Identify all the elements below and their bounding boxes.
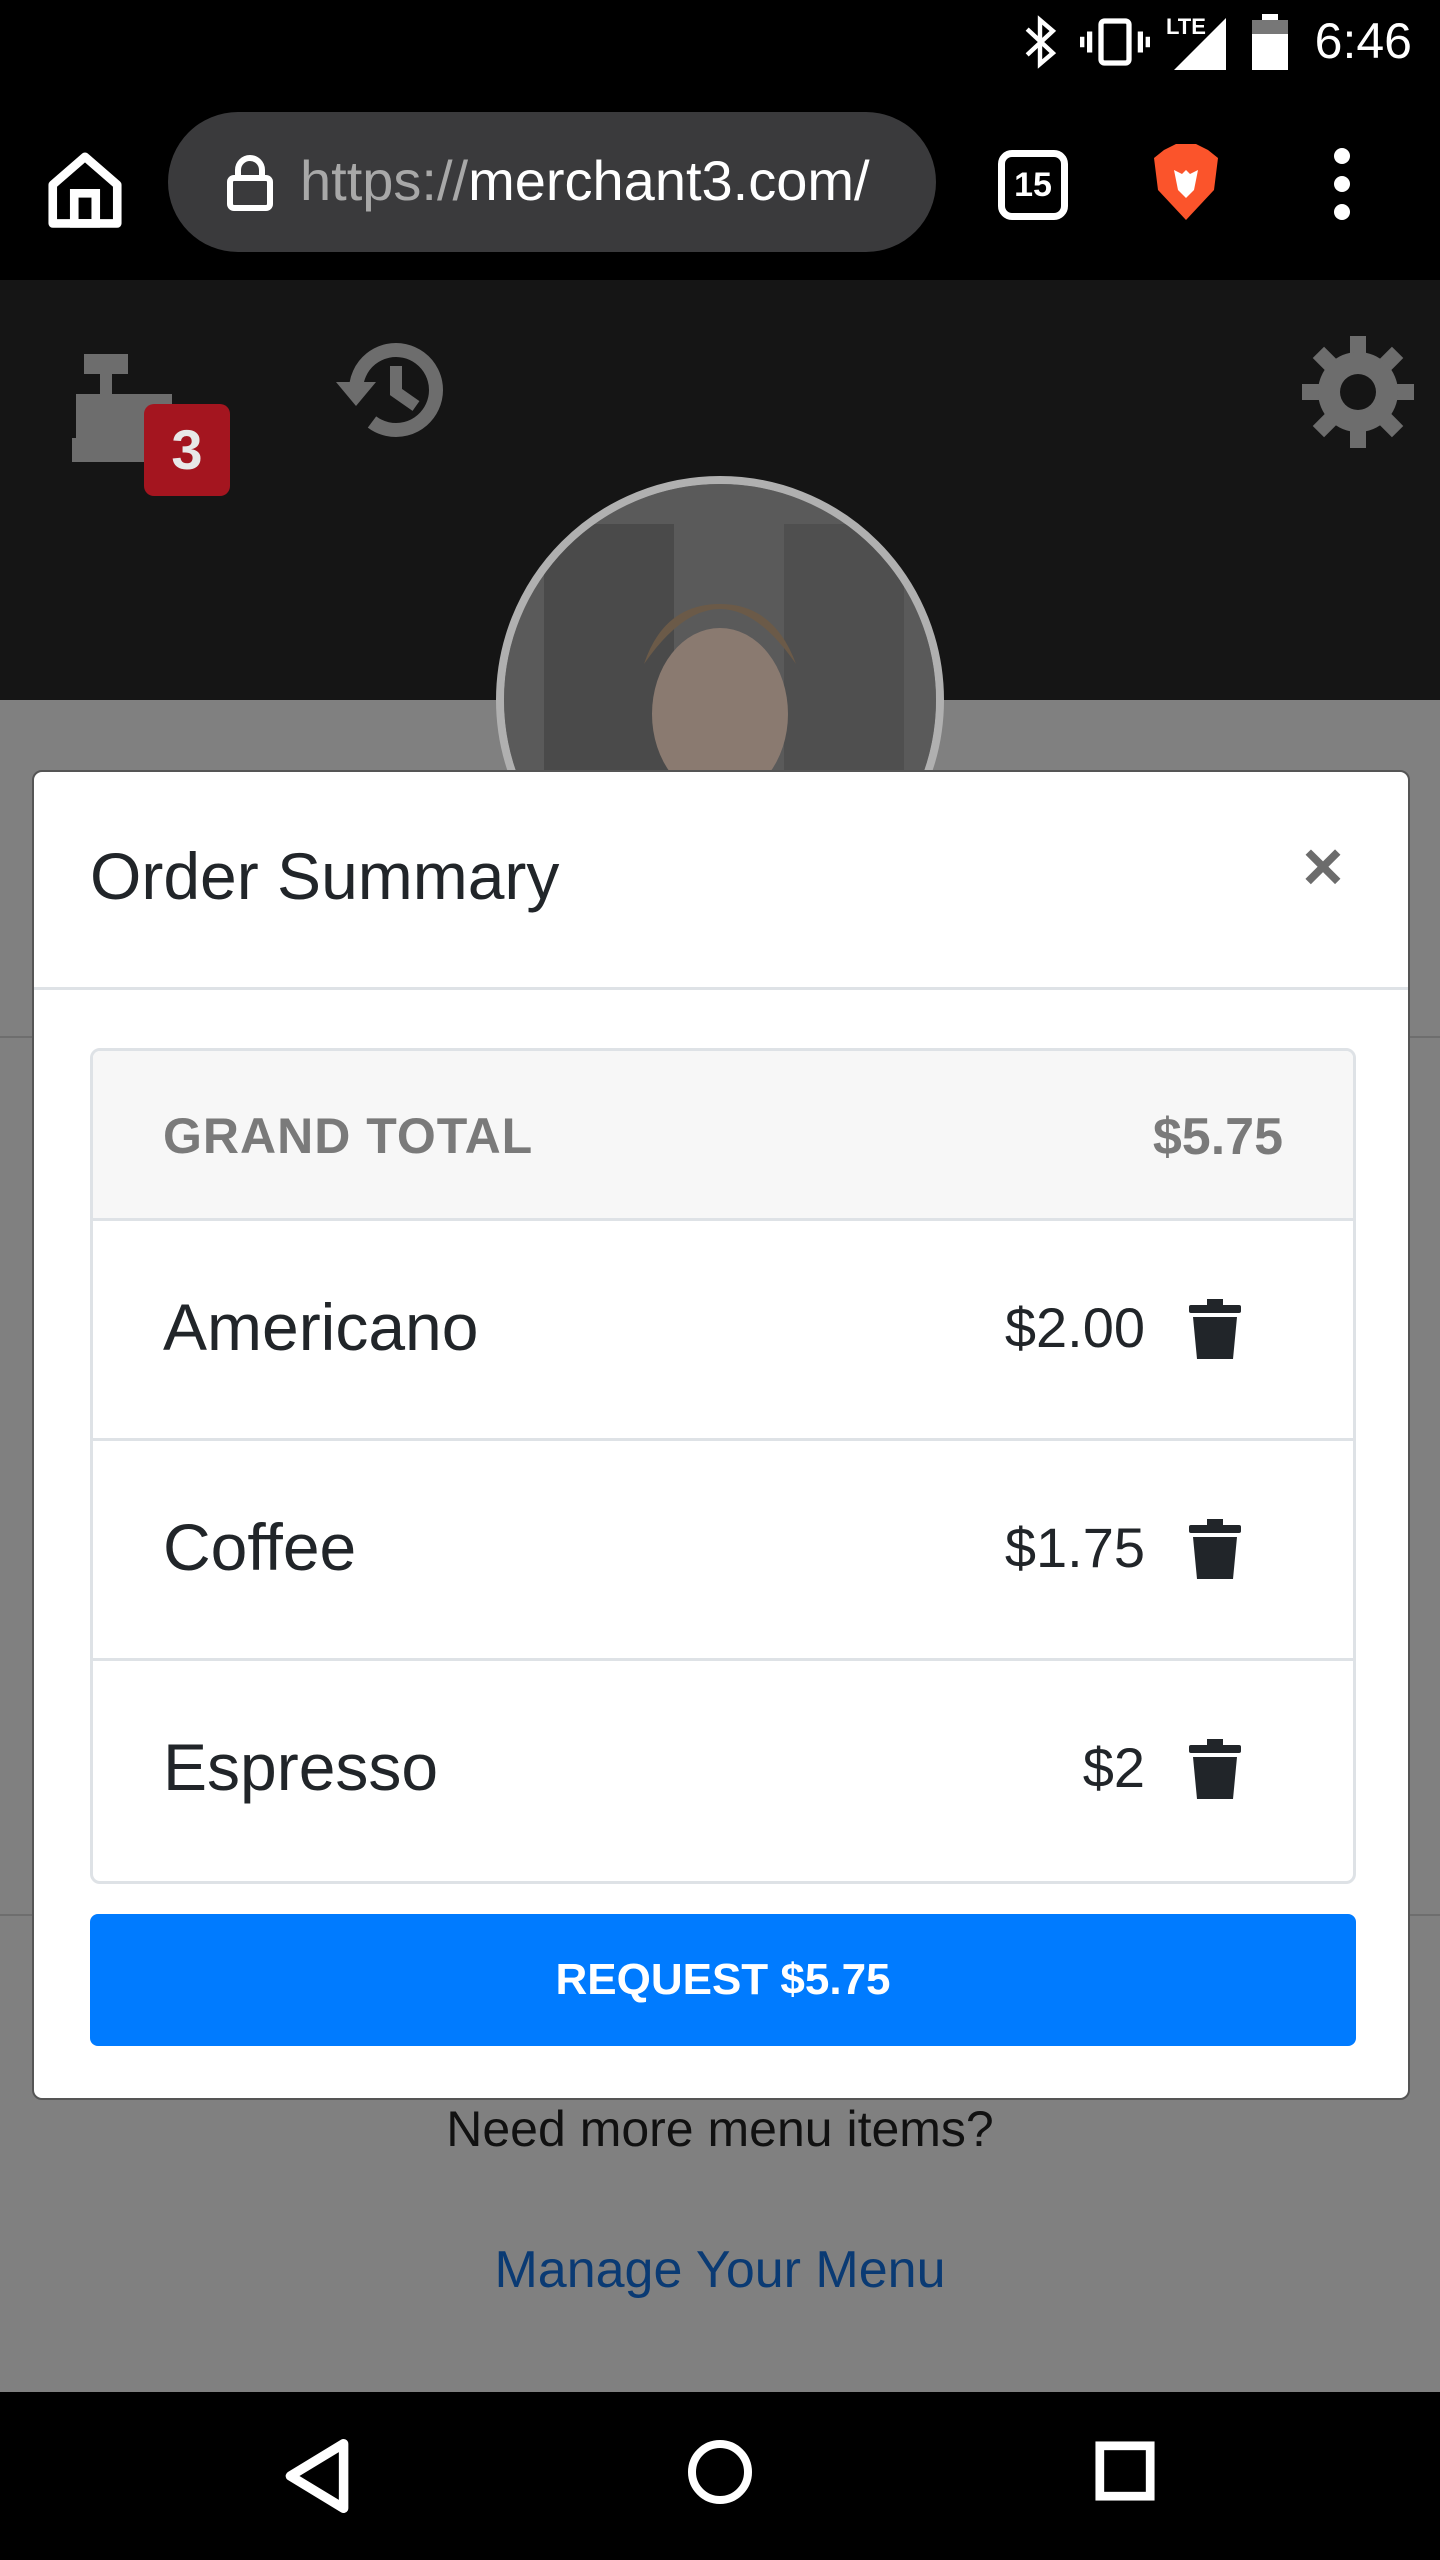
url-scheme: https://: [300, 149, 469, 212]
recent-apps-icon[interactable]: [1094, 2440, 1156, 2502]
home-icon[interactable]: [42, 146, 128, 232]
order-list: GRAND TOTAL $5.75 Americano $2.00 Coffee…: [90, 1048, 1356, 1884]
item-name: Espresso: [163, 1730, 439, 1804]
list-item: Espresso $2: [93, 1661, 1353, 1881]
history-icon[interactable]: [332, 330, 452, 450]
item-price: $2.00: [1004, 1296, 1145, 1359]
lte-signal-icon: [1174, 18, 1226, 70]
modal-header: Order Summary ×: [34, 772, 1408, 990]
grand-total-label: GRAND TOTAL: [163, 1108, 534, 1164]
list-item: Americano $2.00: [93, 1221, 1353, 1441]
url-host: merchant3.com/: [468, 149, 870, 212]
cart-count-badge: 3: [144, 404, 230, 496]
close-button[interactable]: ×: [1288, 831, 1358, 904]
home-circle-icon[interactable]: [686, 2438, 754, 2506]
manage-menu-link[interactable]: Manage Your Menu: [0, 2240, 1440, 2300]
battery-icon: [1252, 14, 1288, 70]
item-name: Coffee: [163, 1510, 357, 1584]
back-icon[interactable]: [282, 2438, 352, 2514]
brave-lion-icon[interactable]: [1152, 142, 1220, 222]
grand-total-value: $5.75: [1152, 1108, 1283, 1166]
item-price: $2: [1082, 1736, 1145, 1799]
need-more-text: Need more menu items?: [446, 2101, 994, 2157]
trash-icon[interactable]: [1189, 1739, 1241, 1799]
browser-toolbar: https://merchant3.com/ 15: [0, 84, 1440, 280]
lock-icon: [227, 155, 273, 211]
request-payment-button[interactable]: REQUEST $5.75: [90, 1914, 1356, 2046]
vibrate-icon: [1080, 18, 1150, 66]
tab-count-button[interactable]: 15: [998, 150, 1068, 220]
item-price: $1.75: [1004, 1516, 1145, 1579]
bluetooth-icon: [1025, 15, 1057, 69]
trash-icon[interactable]: [1189, 1519, 1241, 1579]
system-nav-bar: [0, 2392, 1440, 2560]
status-time: 6:46: [1314, 13, 1412, 69]
trash-icon[interactable]: [1189, 1299, 1241, 1359]
more-vert-icon[interactable]: [1322, 144, 1362, 224]
gear-icon[interactable]: [1298, 332, 1418, 452]
url-bar[interactable]: https://merchant3.com/: [168, 112, 936, 252]
modal-title: Order Summary: [90, 839, 560, 913]
url-text: https://merchant3.com/: [300, 148, 870, 213]
item-name: Americano: [163, 1290, 479, 1364]
order-summary-modal: Order Summary × GRAND TOTAL $5.75 Americ…: [32, 770, 1410, 2100]
list-item: Coffee $1.75: [93, 1441, 1353, 1661]
grand-total-row: GRAND TOTAL $5.75: [93, 1051, 1353, 1221]
status-bar: LTE 6:46: [0, 0, 1440, 84]
